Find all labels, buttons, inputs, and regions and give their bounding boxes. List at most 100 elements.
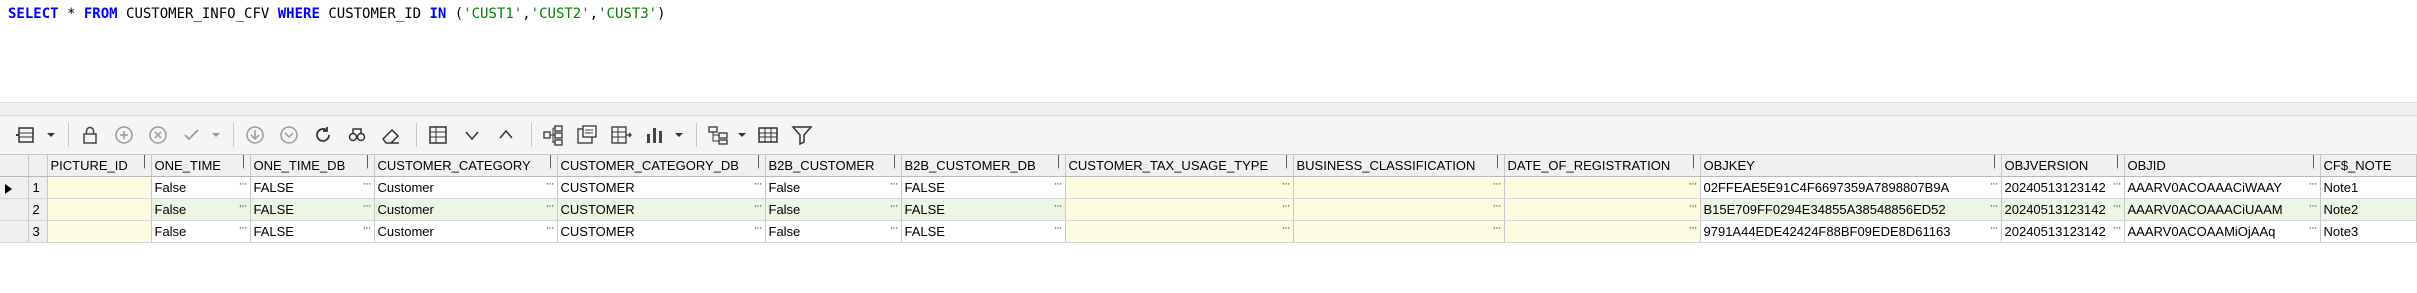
chevron-down-icon[interactable] bbox=[46, 120, 56, 150]
down-icon[interactable] bbox=[240, 120, 270, 150]
column-header[interactable]: OBJKEY │ bbox=[1700, 155, 2002, 177]
ellipsis-icon[interactable]: ··· bbox=[546, 178, 555, 190]
ellipsis-icon[interactable]: ··· bbox=[1054, 200, 1063, 212]
record-icon[interactable] bbox=[12, 120, 42, 150]
cell[interactable] bbox=[47, 176, 152, 199]
resize-handle[interactable]: │ bbox=[1284, 156, 1291, 168]
column-header[interactable]: CUSTOMER_CATEGORY_DB │ bbox=[557, 155, 766, 177]
refresh-icon[interactable] bbox=[308, 120, 338, 150]
sql-editor[interactable]: SELECT * FROM CUSTOMER_INFO_CFV WHERE CU… bbox=[0, 0, 2417, 103]
resize-handle[interactable]: │ bbox=[548, 156, 555, 168]
resize-handle[interactable]: │ bbox=[2115, 156, 2122, 168]
ellipsis-icon[interactable]: ··· bbox=[2309, 222, 2318, 234]
ellipsis-icon[interactable]: ··· bbox=[2113, 178, 2122, 190]
column-header[interactable]: OBJVERSION │ bbox=[2001, 155, 2125, 177]
cell[interactable]: False ··· bbox=[765, 220, 902, 243]
corner-cell[interactable] bbox=[0, 155, 29, 177]
ellipsis-icon[interactable]: ··· bbox=[1282, 222, 1291, 234]
resize-handle[interactable]: │ bbox=[1992, 156, 1999, 168]
resize-handle[interactable]: │ bbox=[365, 156, 372, 168]
ellipsis-icon[interactable]: ··· bbox=[239, 222, 248, 234]
cell[interactable]: Note3 bbox=[2320, 220, 2417, 243]
table-row[interactable]: 3 False ··· FALSE ··· Customer ··· CUSTOMER… bbox=[0, 220, 2417, 243]
ellipsis-icon[interactable]: ··· bbox=[1689, 222, 1698, 234]
table-row[interactable]: 2 False ··· FALSE ··· Customer ··· CUSTOMER… bbox=[0, 198, 2417, 221]
ellipsis-icon[interactable]: ··· bbox=[1493, 222, 1502, 234]
resize-handle[interactable]: │ bbox=[142, 156, 149, 168]
cell[interactable]: AAARV0ACOAAACiWAAY ··· bbox=[2124, 176, 2321, 199]
column-header[interactable]: ONE_TIME_DB │ bbox=[250, 155, 375, 177]
ellipsis-icon[interactable]: ··· bbox=[890, 178, 899, 190]
column-header[interactable]: CUSTOMER_TAX_USAGE_TYPE │ bbox=[1065, 155, 1294, 177]
ellipsis-icon[interactable]: ··· bbox=[754, 222, 763, 234]
cell[interactable]: 20240513123142 ··· bbox=[2001, 176, 2125, 199]
cell[interactable] bbox=[47, 198, 152, 221]
eraser-icon[interactable] bbox=[376, 120, 406, 150]
cell[interactable]: AAARV0ACOAAACiUAAM ··· bbox=[2124, 198, 2321, 221]
export-icon[interactable] bbox=[572, 120, 602, 150]
ellipsis-icon[interactable]: ··· bbox=[1282, 178, 1291, 190]
ellipsis-icon[interactable]: ··· bbox=[546, 222, 555, 234]
column-header[interactable]: CUSTOMER_CATEGORY │ bbox=[374, 155, 558, 177]
filter-down-icon[interactable] bbox=[457, 120, 487, 150]
column-header[interactable]: OBJID │ bbox=[2124, 155, 2321, 177]
cell[interactable]: Customer ··· bbox=[374, 220, 558, 243]
tree-icon[interactable] bbox=[538, 120, 568, 150]
splitter[interactable] bbox=[0, 103, 2417, 116]
column-header[interactable]: DATE_OF_REGISTRATION │ bbox=[1504, 155, 1701, 177]
ellipsis-icon[interactable]: ··· bbox=[363, 222, 372, 234]
ellipsis-icon[interactable]: ··· bbox=[890, 222, 899, 234]
column-header[interactable]: ONE_TIME │ bbox=[151, 155, 251, 177]
cell[interactable]: False ··· bbox=[151, 176, 251, 199]
remove-icon[interactable] bbox=[143, 120, 173, 150]
cell[interactable]: False ··· bbox=[765, 198, 902, 221]
ellipsis-icon[interactable]: ··· bbox=[1689, 200, 1698, 212]
cell[interactable]: ··· bbox=[1065, 176, 1294, 199]
cell[interactable]: 02FFEAE5E91C4F6697359A7898807B9A ··· bbox=[1700, 176, 2002, 199]
check-icon[interactable] bbox=[177, 120, 207, 150]
ellipsis-icon[interactable]: ··· bbox=[239, 178, 248, 190]
cell[interactable]: FALSE ··· bbox=[250, 220, 375, 243]
ellipsis-icon[interactable]: ··· bbox=[1493, 178, 1502, 190]
resize-handle[interactable]: │ bbox=[1495, 156, 1502, 168]
chevron-down-icon[interactable] bbox=[737, 120, 747, 150]
resize-handle[interactable]: │ bbox=[1056, 156, 1063, 168]
ellipsis-icon[interactable]: ··· bbox=[1990, 178, 1999, 190]
chart-icon[interactable] bbox=[640, 120, 670, 150]
cell[interactable]: ··· bbox=[1065, 198, 1294, 221]
cell[interactable]: CUSTOMER ··· bbox=[557, 220, 766, 243]
cell[interactable]: FALSE ··· bbox=[250, 176, 375, 199]
cell[interactable]: ··· bbox=[1293, 198, 1505, 221]
ellipsis-icon[interactable]: ··· bbox=[2309, 200, 2318, 212]
filter-up-icon[interactable] bbox=[491, 120, 521, 150]
cell[interactable]: CUSTOMER ··· bbox=[557, 176, 766, 199]
cell[interactable]: FALSE ··· bbox=[901, 176, 1066, 199]
ellipsis-icon[interactable]: ··· bbox=[2113, 200, 2122, 212]
ellipsis-icon[interactable]: ··· bbox=[1282, 200, 1291, 212]
table-row[interactable]: 1 False ··· FALSE ··· Customer ··· CUSTOMER… bbox=[0, 176, 2417, 199]
column-header[interactable]: B2B_CUSTOMER │ bbox=[765, 155, 902, 177]
cell[interactable]: ··· bbox=[1065, 220, 1294, 243]
cell[interactable]: CUSTOMER ··· bbox=[557, 198, 766, 221]
filter-icon[interactable] bbox=[787, 120, 817, 150]
cell[interactable]: ··· bbox=[1504, 198, 1701, 221]
cell[interactable]: AAARV0ACOAAMiOjAAq ··· bbox=[2124, 220, 2321, 243]
row-indicator[interactable] bbox=[0, 220, 29, 243]
ellipsis-icon[interactable]: ··· bbox=[754, 200, 763, 212]
table-export-icon[interactable] bbox=[606, 120, 636, 150]
ellipsis-icon[interactable]: ··· bbox=[1990, 200, 1999, 212]
chevron-down-icon[interactable] bbox=[674, 120, 684, 150]
cell[interactable]: Customer ··· bbox=[374, 176, 558, 199]
cell[interactable]: FALSE ··· bbox=[250, 198, 375, 221]
cell[interactable]: FALSE ··· bbox=[901, 198, 1066, 221]
down2-icon[interactable] bbox=[274, 120, 304, 150]
lock-icon[interactable] bbox=[75, 120, 105, 150]
cell[interactable]: 20240513123142 ··· bbox=[2001, 220, 2125, 243]
row-indicator[interactable] bbox=[0, 176, 29, 199]
ellipsis-icon[interactable]: ··· bbox=[546, 200, 555, 212]
cell[interactable]: 20240513123142 ··· bbox=[2001, 198, 2125, 221]
cell[interactable]: False ··· bbox=[151, 220, 251, 243]
ellipsis-icon[interactable]: ··· bbox=[1689, 178, 1698, 190]
ellipsis-icon[interactable]: ··· bbox=[363, 178, 372, 190]
chevron-down-icon[interactable] bbox=[211, 120, 221, 150]
